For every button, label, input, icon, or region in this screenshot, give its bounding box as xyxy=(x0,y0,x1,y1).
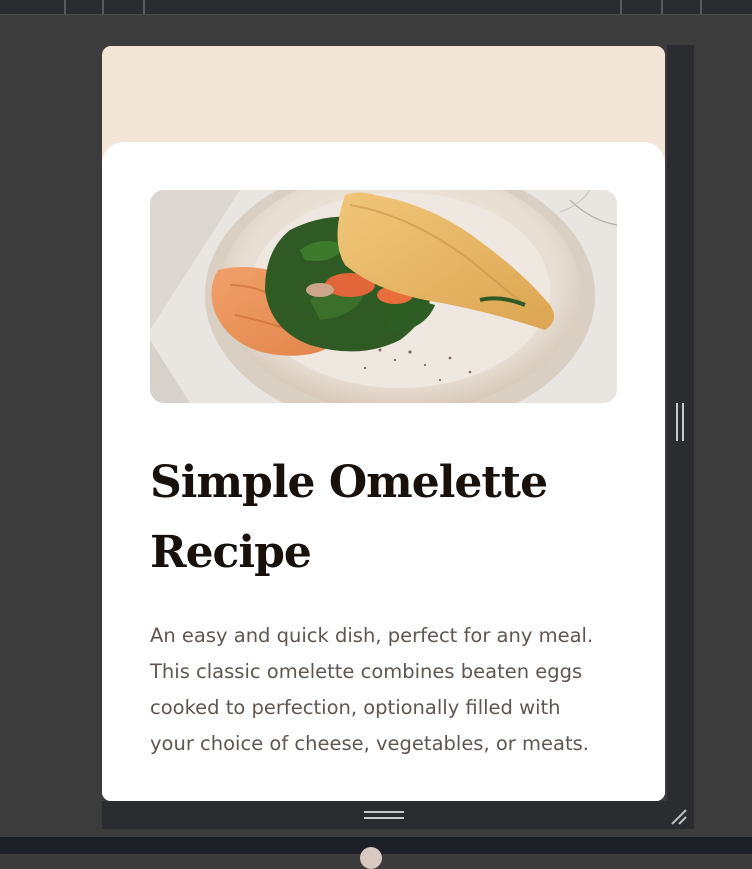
grip-line xyxy=(364,817,404,819)
preview-viewport: Simple Omelette Recipe An easy and quick… xyxy=(102,46,665,801)
avatar[interactable] xyxy=(360,847,382,869)
recipe-description: An easy and quick dish, perfect for any … xyxy=(150,624,594,755)
viewport-width-resize-rail[interactable] xyxy=(667,45,694,829)
ruler-tick xyxy=(102,0,104,14)
grip-line xyxy=(364,811,404,813)
vertical-resize-grip-icon[interactable] xyxy=(676,403,684,441)
recipe-card: Simple Omelette Recipe An easy and quick… xyxy=(102,142,665,801)
recipe-title: Simple Omelette Recipe xyxy=(150,457,548,578)
omelette-illustration xyxy=(150,190,617,403)
ruler-tick xyxy=(143,0,145,14)
ruler-tick xyxy=(64,0,66,14)
horizontal-resize-grip-icon[interactable] xyxy=(364,811,404,819)
grip-line xyxy=(682,403,684,441)
devtools-top-ruler xyxy=(0,0,752,15)
grip-line xyxy=(676,403,678,441)
viewport-height-resize-rail[interactable] xyxy=(102,801,667,829)
ruler-tick xyxy=(700,0,702,14)
corner-resize-icon[interactable] xyxy=(668,806,690,828)
taskbar xyxy=(0,837,752,869)
ruler-tick xyxy=(620,0,622,14)
omelette-photo xyxy=(150,190,617,403)
ruler-tick xyxy=(661,0,663,14)
